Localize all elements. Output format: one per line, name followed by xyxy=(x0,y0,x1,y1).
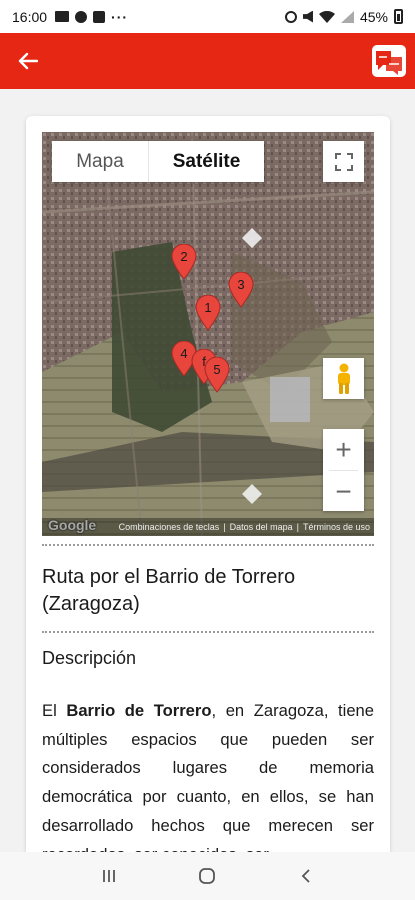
keyboard-shortcuts-link[interactable]: Combinaciones de teclas xyxy=(119,522,220,532)
street-view-pegman-button[interactable] xyxy=(323,358,364,399)
map-data-link[interactable]: Datos del mapa xyxy=(230,522,293,532)
pegman-icon xyxy=(337,363,350,394)
divider xyxy=(42,631,374,633)
image-icon xyxy=(55,11,70,22)
alarm-icon xyxy=(284,10,297,23)
back-button[interactable] xyxy=(0,33,56,89)
route-title: Ruta por el Barrio de Torrero (Zaragoza) xyxy=(42,566,296,615)
back-icon xyxy=(301,869,310,883)
description-prefix: El xyxy=(42,701,67,720)
marker-label: 3 xyxy=(237,277,245,292)
status-time: 16:00 xyxy=(12,8,48,25)
footer-separator: | xyxy=(296,522,299,532)
description-bold: Barrio de Torrero xyxy=(66,701,212,720)
system-nav-bar xyxy=(0,852,415,900)
divider xyxy=(42,544,374,546)
signal-icon xyxy=(340,10,354,23)
more-dots-icon: ··· xyxy=(111,8,129,25)
map-marker-1[interactable]: 1 xyxy=(195,295,221,331)
wifi-icon xyxy=(318,10,335,23)
chat-icon xyxy=(75,10,88,23)
zoom-out-button[interactable]: − xyxy=(323,471,364,512)
description-heading: Descripción xyxy=(42,648,137,668)
marker-label: 2 xyxy=(180,249,188,264)
arrow-left-icon xyxy=(18,52,38,70)
mute-icon xyxy=(302,10,313,23)
battery-label: 45% xyxy=(359,8,388,25)
app-logo-icon[interactable] xyxy=(371,43,407,79)
home-icon xyxy=(199,868,216,884)
description-rest: , en Zaragoza, tiene múltiples espacios … xyxy=(42,701,374,852)
fullscreen-icon xyxy=(334,152,353,171)
route-card: Mapa Satélite + − 2 3 1 4 f 5 Google Com… xyxy=(26,116,390,852)
zoom-control: + − xyxy=(323,429,364,511)
linkedin-icon xyxy=(93,10,106,23)
terms-of-use-link[interactable]: Términos de uso xyxy=(303,522,370,532)
status-bar: 16:00 ··· 45% xyxy=(0,0,415,33)
marker-label: 5 xyxy=(213,362,221,377)
home-button[interactable] xyxy=(187,861,227,891)
footer-separator: | xyxy=(223,522,226,532)
map-marker-2[interactable]: 2 xyxy=(171,244,197,280)
recent-apps-icon xyxy=(103,870,116,882)
map-marker-5[interactable]: 5 xyxy=(204,357,230,393)
nav-back-button[interactable] xyxy=(286,861,326,891)
battery-icon xyxy=(394,9,403,24)
zoom-in-button[interactable]: + xyxy=(323,429,364,470)
map-type-control: Mapa Satélite xyxy=(52,141,264,182)
map-footer: Combinaciones de teclas | Datos del mapa… xyxy=(42,518,374,536)
map-type-satellite-button[interactable]: Satélite xyxy=(148,141,264,182)
content-area: Mapa Satélite + − 2 3 1 4 f 5 Google Com… xyxy=(0,89,415,852)
description-text: El Barrio de Torrero, en Zaragoza, tiene… xyxy=(42,697,374,852)
fullscreen-button[interactable] xyxy=(323,141,364,182)
recent-apps-button[interactable] xyxy=(89,861,129,891)
marker-label: 1 xyxy=(204,300,212,315)
map-type-map-button[interactable]: Mapa xyxy=(52,141,148,182)
map-marker-3[interactable]: 3 xyxy=(228,272,254,308)
app-bar xyxy=(0,33,415,89)
map-view[interactable]: Mapa Satélite + − 2 3 1 4 f 5 Google Com… xyxy=(42,132,374,536)
